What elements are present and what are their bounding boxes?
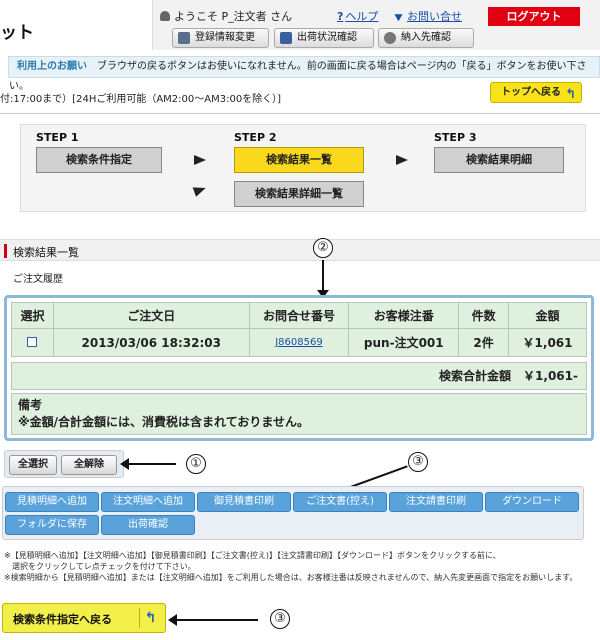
remarks-box: 備考 ※金額/合計金額には、消費税は含まれておりません。 bbox=[11, 393, 587, 435]
step-arrow-icon bbox=[194, 155, 206, 165]
document-icon bbox=[178, 32, 190, 44]
contact-label: お問い合せ bbox=[407, 10, 462, 23]
step3-title: STEP 3 bbox=[434, 131, 477, 144]
total-label: 検索合計金額 bbox=[439, 369, 512, 383]
cursor-arrow-icon bbox=[394, 10, 405, 22]
step1-title: STEP 1 bbox=[36, 131, 79, 144]
download-button[interactable]: ダウンロード bbox=[485, 492, 579, 512]
order-history-label: ご注文履歴 bbox=[13, 274, 63, 285]
heading-marker bbox=[4, 244, 7, 258]
total-value: ￥1,061- bbox=[523, 369, 578, 383]
count-cell: 2件 bbox=[458, 328, 510, 357]
select-checkbox[interactable] bbox=[27, 336, 38, 347]
annotation-3b-arrow bbox=[174, 619, 258, 621]
back-to-search-conditions-button[interactable]: 検索条件指定へ戻る ↰ bbox=[2, 603, 166, 633]
table-row: 2013/03/06 18:32:03 J8608569 pun-注文001 2… bbox=[11, 328, 587, 357]
annotation-1-arrow bbox=[124, 463, 176, 465]
footnote-1: ※【見積明細へ追加】【注文明細へ追加】【御見積書印刷】【ご注文書(控え)】【注文… bbox=[4, 551, 501, 560]
table-header-row: 選択 ご注文日 お問合せ番号 お客様注番 件数 金額 bbox=[11, 302, 587, 329]
welcome-text: ようこそ P_注文者 さん bbox=[160, 8, 292, 24]
deselect-all-button[interactable]: 全解除 bbox=[61, 455, 117, 475]
top-back-label: トップへ戻る bbox=[501, 87, 561, 98]
notice-label: 利用上のお願い bbox=[17, 61, 87, 72]
footnote-2: 選択をクリックしてレ点チェックを付けて下さい。 bbox=[4, 562, 196, 571]
back-to-search-label: 検索条件指定へ戻る bbox=[13, 613, 112, 626]
select-all-button[interactable]: 全選択 bbox=[9, 455, 57, 475]
help-link[interactable]: ? ヘルプ bbox=[337, 8, 378, 24]
add-to-order-button[interactable]: 注文明細へ追加 bbox=[101, 492, 195, 512]
annotation-2: ② bbox=[313, 238, 333, 258]
amount-cell: ￥1,061 bbox=[508, 328, 587, 357]
action-buttons-panel: 見積明細へ追加 注文明細へ追加 御見積書印刷 ご注文書(控え) 注文請書印刷 ダ… bbox=[2, 486, 584, 540]
registration-label: 登録情報変更 bbox=[195, 32, 255, 43]
check-circle-icon bbox=[384, 32, 396, 44]
help-label: ヘルプ bbox=[345, 10, 379, 23]
service-hours: 付:17:00まで）[24Hご利用可能（AM2:00〜AM3:00を除く）] bbox=[0, 94, 282, 105]
contact-link[interactable]: お問い合せ bbox=[394, 8, 462, 24]
annotation-2-arrow bbox=[322, 260, 324, 294]
annotation-1-arrowhead bbox=[120, 458, 129, 470]
annotation-3: ③ bbox=[408, 452, 428, 472]
order-date-cell: 2013/03/06 18:32:03 bbox=[52, 328, 250, 357]
annotation-1: ① bbox=[186, 454, 206, 474]
shipping-status-button[interactable]: 出荷状況確認 bbox=[274, 28, 374, 48]
print-order-confirmation-button[interactable]: 注文請書印刷 bbox=[389, 492, 483, 512]
shipping-confirm-button[interactable]: 出荷確認 bbox=[101, 515, 195, 535]
return-icon: ↰ bbox=[139, 608, 161, 628]
col-select: 選択 bbox=[11, 302, 54, 329]
shipping-status-label: 出荷状況確認 bbox=[297, 32, 357, 43]
col-inquiry-number: お問合せ番号 bbox=[248, 302, 350, 329]
notice-bar: 利用上のお願い ブラウザの戻るボタンはお使いになれません。前の画面に戻る場合はペー… bbox=[8, 56, 600, 92]
col-order-date: ご注文日 bbox=[52, 302, 250, 329]
print-quote-button[interactable]: 御見積書印刷 bbox=[197, 492, 291, 512]
customer-number-cell: pun-注文001 bbox=[348, 328, 460, 357]
return-icon: ↰ bbox=[565, 87, 576, 102]
annotation-3b: ③ bbox=[270, 609, 290, 629]
select-buttons-panel: 全選択 全解除 bbox=[4, 450, 124, 478]
inquiry-number-link[interactable]: J8608569 bbox=[248, 328, 350, 357]
remarks-title: 備考 bbox=[18, 398, 43, 412]
total-row: 検索合計金額 ￥1,061- bbox=[11, 362, 587, 390]
results-heading: 検索結果一覧 bbox=[0, 239, 600, 261]
top-back-button[interactable]: トップへ戻る ↰ bbox=[490, 82, 582, 103]
order-copy-button[interactable]: ご注文書(控え) bbox=[293, 492, 387, 512]
annotation-3b-arrowhead bbox=[168, 614, 177, 626]
step2-search-results-button[interactable]: 検索結果一覧 bbox=[234, 147, 364, 173]
col-amount: 金額 bbox=[508, 302, 587, 329]
welcome-label: ようこそ P_注文者 さん bbox=[174, 10, 293, 23]
delivery-confirm-label: 納入先確認 bbox=[401, 32, 451, 43]
results-table: 選択 ご注文日 お問合せ番号 お客様注番 件数 金額 2013/03/06 18… bbox=[11, 302, 587, 357]
remarks-text: ※金額/合計金額には、消費税は含まれておりません。 bbox=[18, 415, 309, 429]
results-heading-text: 検索結果一覧 bbox=[13, 246, 79, 259]
step1-search-conditions-button[interactable]: 検索条件指定 bbox=[36, 147, 162, 173]
truck-icon bbox=[280, 32, 292, 44]
step3-result-detail-button[interactable]: 検索結果明細 bbox=[434, 147, 564, 173]
user-icon bbox=[160, 11, 170, 21]
results-table-panel: 選択 ご注文日 お問合せ番号 お客様注番 件数 金額 2013/03/06 18… bbox=[4, 295, 594, 441]
delivery-confirm-button[interactable]: 納入先確認 bbox=[378, 28, 474, 48]
help-icon: ? bbox=[337, 10, 344, 23]
registration-change-button[interactable]: 登録情報変更 bbox=[172, 28, 269, 48]
col-customer-number: お客様注番 bbox=[348, 302, 460, 329]
add-to-quote-button[interactable]: 見積明細へ追加 bbox=[5, 492, 99, 512]
logo-fragment: ット bbox=[0, 23, 34, 43]
col-count: 件数 bbox=[458, 302, 510, 329]
select-cell bbox=[11, 328, 54, 357]
divider bbox=[0, 113, 600, 114]
save-to-folder-button[interactable]: フォルダに保存 bbox=[5, 515, 99, 535]
step2-title: STEP 2 bbox=[234, 131, 277, 144]
logout-button[interactable]: ログアウト bbox=[488, 7, 580, 26]
footnotes: ※【見積明細へ追加】【注文明細へ追加】【御見積書印刷】【ご注文書(控え)】【注文… bbox=[4, 550, 577, 583]
footnote-3: ※検索明細から【見積明細へ追加】または【注文明細へ追加】をご利用した場合は、お客… bbox=[4, 573, 578, 582]
step-arrow-icon bbox=[396, 155, 408, 165]
step2-results-detail-button[interactable]: 検索結果詳細一覧 bbox=[234, 181, 364, 207]
